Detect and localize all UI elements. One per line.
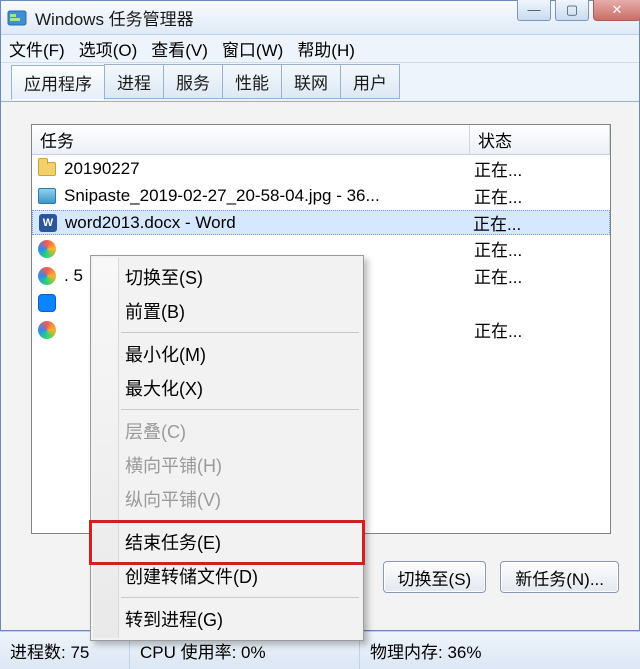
task-state: 正在...: [470, 236, 610, 261]
column-state[interactable]: 状态: [470, 125, 610, 154]
task-name: Snipaste_2019-02-27_20-58-04.jpg - 36...: [64, 186, 470, 206]
context-menu-separator: [121, 409, 359, 410]
maximize-button[interactable]: ▢: [555, 0, 589, 21]
bottom-buttons: 切换至(S) 新任务(N)...: [383, 561, 619, 593]
ctx-maximize[interactable]: 最大化(X): [93, 371, 361, 405]
menu-file[interactable]: 文件(F): [9, 36, 65, 61]
caption-buttons: — ▢ ✕: [517, 0, 640, 21]
app-icon-a: [36, 319, 58, 341]
menu-window[interactable]: 窗口(W): [222, 36, 283, 61]
menubar: 文件(F) 选项(O) 查看(V) 窗口(W) 帮助(H): [1, 35, 639, 63]
context-menu: 切换至(S) 前置(B) 最小化(M) 最大化(X) 层叠(C) 横向平铺(H)…: [90, 255, 364, 641]
tab-networking[interactable]: 联网: [281, 64, 341, 99]
ctx-end-task[interactable]: 结束任务(E): [93, 525, 361, 559]
app-icon-b: [36, 292, 58, 314]
menu-help[interactable]: 帮助(H): [297, 36, 355, 61]
app-icon-a: [36, 238, 58, 260]
ctx-cascade[interactable]: 层叠(C): [93, 414, 361, 448]
context-menu-separator: [121, 597, 359, 598]
task-state: 正在...: [470, 263, 610, 288]
new-task-button[interactable]: 新任务(N)...: [500, 561, 619, 593]
tab-services[interactable]: 服务: [163, 64, 223, 99]
list-item[interactable]: Snipaste_2019-02-27_20-58-04.jpg - 36...…: [32, 182, 610, 209]
folder-icon: [36, 158, 58, 180]
titlebar: Windows 任务管理器 — ▢ ✕: [1, 1, 639, 35]
minimize-button[interactable]: —: [517, 0, 551, 21]
tabs: 应用程序 进程 服务 性能 联网 用户: [1, 63, 639, 99]
context-menu-separator: [121, 332, 359, 333]
ctx-create-dump[interactable]: 创建转储文件(D): [93, 559, 361, 593]
task-name: word2013.docx - Word: [65, 213, 469, 233]
task-name: 20190227: [64, 159, 470, 179]
task-state: 正在...: [469, 210, 609, 235]
tab-applications[interactable]: 应用程序: [11, 65, 105, 100]
column-task[interactable]: 任务: [32, 125, 470, 154]
task-state: 正在...: [470, 156, 610, 181]
tab-performance[interactable]: 性能: [222, 64, 282, 99]
close-button[interactable]: ✕: [593, 0, 640, 21]
ctx-switch-to[interactable]: 切换至(S): [93, 260, 361, 294]
switch-to-button[interactable]: 切换至(S): [383, 561, 487, 593]
menu-view[interactable]: 查看(V): [151, 36, 208, 61]
list-header: 任务 状态: [32, 125, 610, 155]
list-item-selected[interactable]: W word2013.docx - Word 正在...: [32, 210, 610, 235]
context-menu-separator: [121, 520, 359, 521]
menu-options[interactable]: 选项(O): [79, 36, 138, 61]
word-icon: W: [37, 212, 59, 234]
task-state: 正在...: [470, 183, 610, 208]
status-memory: 物理内存: 36%: [360, 632, 640, 669]
ctx-tile-h[interactable]: 横向平铺(H): [93, 448, 361, 482]
image-icon: [36, 185, 58, 207]
app-icon-a: [36, 265, 58, 287]
list-item[interactable]: 20190227 正在...: [32, 155, 610, 182]
task-state: 正在...: [470, 317, 610, 342]
app-icon: [7, 8, 27, 28]
ctx-tile-v[interactable]: 纵向平铺(V): [93, 482, 361, 516]
ctx-goto-process[interactable]: 转到进程(G): [93, 602, 361, 636]
tab-processes[interactable]: 进程: [104, 64, 164, 99]
ctx-bring-front[interactable]: 前置(B): [93, 294, 361, 328]
ctx-minimize[interactable]: 最小化(M): [93, 337, 361, 371]
tab-users[interactable]: 用户: [340, 64, 400, 99]
